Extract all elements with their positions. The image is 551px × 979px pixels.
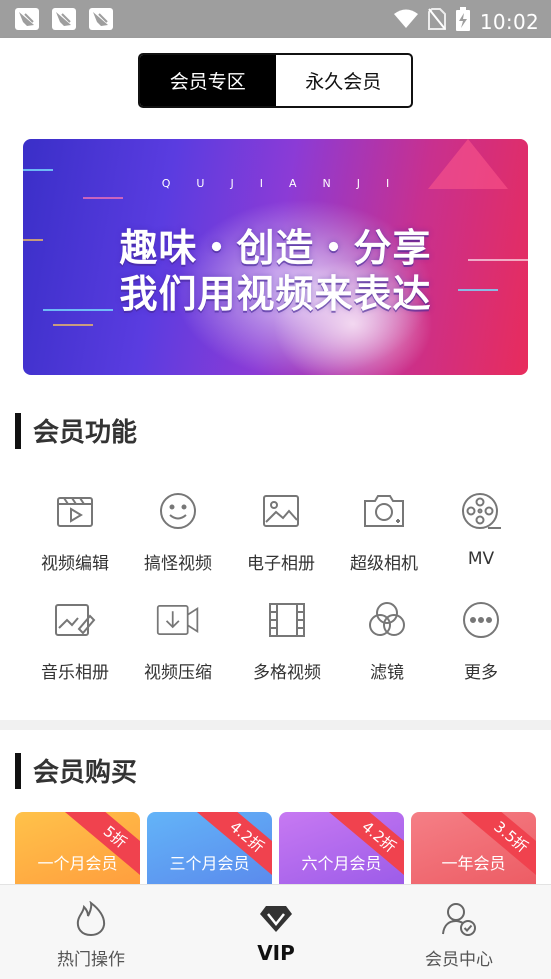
status-bar: 10:02 (0, 0, 551, 38)
video-edit-icon (53, 489, 97, 533)
clock: 10:02 (479, 9, 539, 34)
promo-banner[interactable]: QUJIANJI 趣味・创造・分享 我们用视频来表达 (23, 139, 528, 375)
feature-grid-video[interactable]: 多格视频 (237, 598, 337, 683)
app-screen: 10:02 会员专区 永久会员 QUJIANJI 趣味・创造・分享 我们用视频来… (0, 0, 551, 979)
feature-photo-album[interactable]: 电子相册 (231, 489, 331, 574)
notification-icon (15, 8, 39, 30)
bottom-nav: 热门操作 VIP 会员中心 (0, 884, 551, 979)
film-reel-icon (459, 489, 503, 533)
wifi-icon (393, 9, 418, 34)
filter-icon (365, 598, 409, 642)
user-check-icon (441, 899, 477, 939)
notification-icon (89, 8, 113, 30)
plan-name: 一年会员 (441, 854, 506, 873)
plan-card-one-year[interactable]: 3.5折 一年会员 (411, 812, 536, 884)
banner-subheadline: 我们用视频来表达 (119, 272, 432, 316)
video-compress-icon (156, 598, 200, 642)
plan-name: 三个月会员 (169, 854, 250, 873)
more-icon (459, 598, 503, 642)
feature-funny-video[interactable]: 搞怪视频 (128, 489, 228, 574)
nav-hot-actions[interactable]: 热门操作 (21, 885, 161, 979)
nav-member-center[interactable]: 会员中心 (389, 885, 529, 979)
plan-card-six-months[interactable]: 4.2折 六个月会员 (279, 812, 404, 884)
plan-card-one-month[interactable]: 5折 一个月会员 (15, 812, 140, 884)
flame-icon (74, 899, 108, 939)
header: 会员专区 永久会员 (0, 38, 551, 124)
smiley-icon (156, 489, 200, 533)
photo-album-icon (259, 489, 303, 533)
feature-mv[interactable]: MV (431, 489, 531, 569)
feature-filter[interactable]: 滤镜 (337, 598, 437, 683)
diamond-icon (259, 899, 293, 939)
segmented-control: 会员专区 永久会员 (138, 53, 413, 108)
battery-charging-icon (455, 7, 470, 36)
grid-video-icon (265, 598, 309, 642)
plan-card-three-months[interactable]: 4.2折 三个月会员 (147, 812, 272, 884)
feature-more[interactable]: 更多 (431, 598, 531, 683)
features-section-title: 会员功能 (15, 412, 137, 449)
notification-icon (52, 8, 76, 30)
plan-name: 六个月会员 (301, 854, 382, 873)
feature-music-album[interactable]: 音乐相册 (25, 598, 125, 683)
feature-video-edit[interactable]: 视频编辑 (25, 489, 125, 574)
camera-icon (362, 489, 406, 533)
no-sim-icon (427, 8, 446, 35)
plan-name: 一个月会员 (37, 854, 118, 873)
banner-brand-letters: QUJIANJI (161, 177, 416, 190)
music-album-icon (53, 598, 97, 642)
tab-lifetime-member[interactable]: 永久会员 (276, 55, 412, 106)
nav-vip[interactable]: VIP (206, 885, 346, 979)
purchase-section-title: 会员购买 (15, 752, 137, 789)
feature-video-compress[interactable]: 视频压缩 (128, 598, 228, 683)
main-content: QUJIANJI 趣味・创造・分享 我们用视频来表达 会员功能 视频编辑 搞怪视… (0, 124, 551, 884)
section-divider (0, 720, 551, 730)
feature-super-camera[interactable]: 超级相机 (334, 489, 434, 574)
tab-member-zone[interactable]: 会员专区 (140, 55, 276, 106)
